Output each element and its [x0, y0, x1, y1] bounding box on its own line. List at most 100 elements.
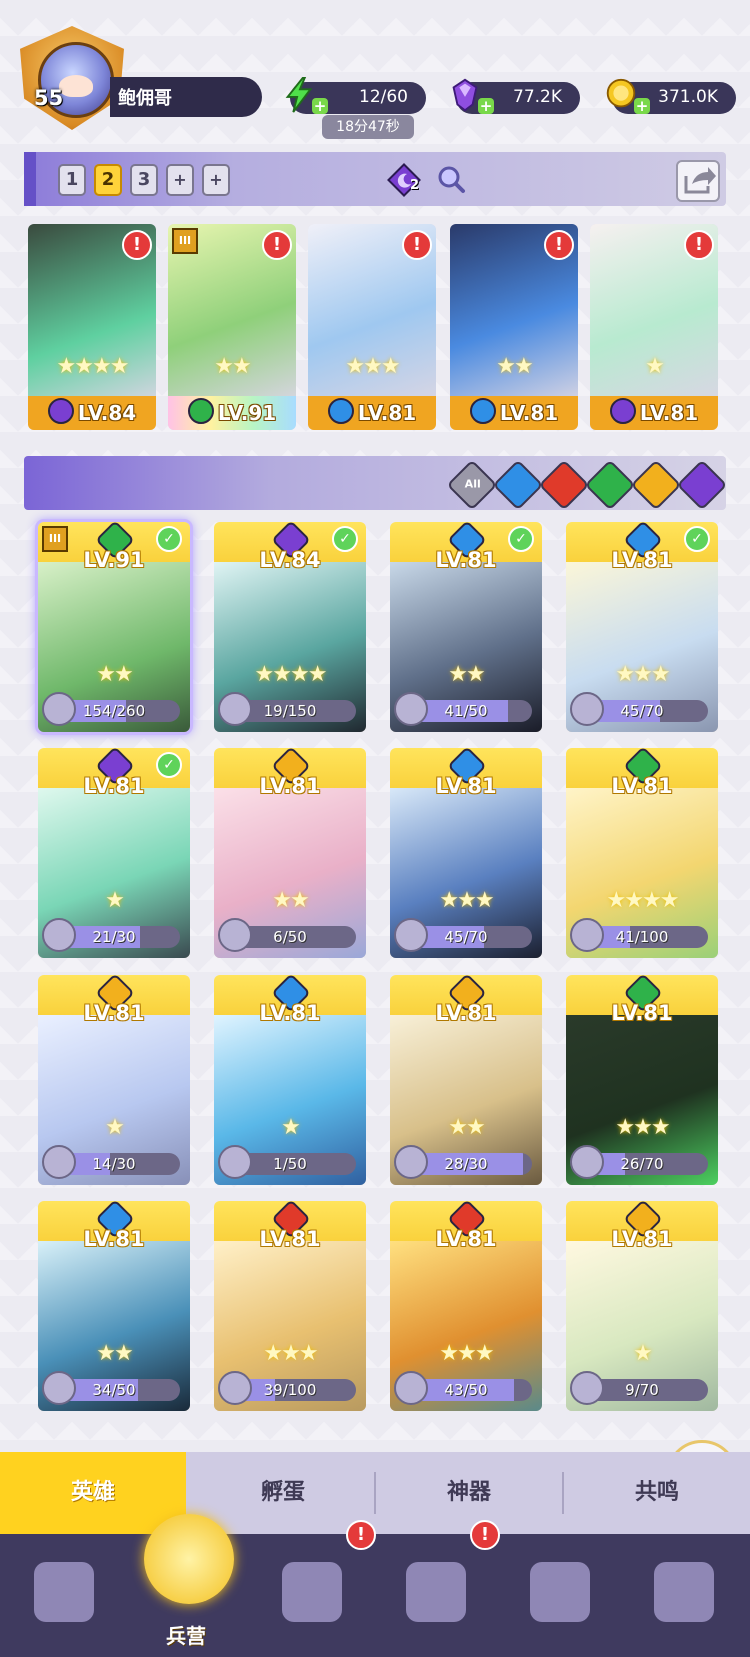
filter-all-button[interactable]: All — [446, 459, 498, 511]
hero-stars: ★★ — [272, 888, 309, 913]
barracks-icon — [144, 1514, 234, 1604]
nav-mushroom[interactable] — [496, 1534, 620, 1657]
team-tab-add-1[interactable]: + — [166, 164, 194, 196]
alert-badge: ! — [262, 230, 292, 260]
hero-stars: ★★ — [96, 1341, 133, 1366]
coin-counter[interactable]: + 371.0K — [606, 78, 736, 114]
hero-card[interactable]: III ✓ LV.91 ★★ 154/260 — [38, 522, 190, 732]
alert-badge: ! — [544, 230, 574, 260]
team-selector-bar: 1 2 3 + + 2 — [24, 152, 726, 206]
hero-stars: ★★ — [214, 354, 251, 379]
hero-card[interactable]: ✓ LV.81 ★★★ 45/70 — [566, 522, 718, 732]
shard-icon — [42, 918, 76, 952]
tab-resonance[interactable]: 共鸣 — [564, 1452, 750, 1534]
hero-card[interactable]: ✓ LV.81 ★ 21/30 — [38, 748, 190, 958]
guild-icon — [654, 1562, 714, 1622]
gem-counter[interactable]: + 77.2K — [452, 78, 580, 114]
shard-icon — [218, 692, 252, 726]
nav-guild[interactable] — [620, 1534, 744, 1657]
shard-icon — [218, 1371, 252, 1405]
team-hero-card[interactable]: ★★★★ ! LV.84 — [28, 224, 156, 430]
header: 55 鲍佣哥 + 12/60 18分47秒 + 77.2K + 371.0K — [0, 0, 750, 140]
shard-icon — [570, 918, 604, 952]
nav-barracks[interactable]: 兵营 — [124, 1514, 248, 1657]
team-hero-card[interactable]: ★★ ! LV.81 — [450, 224, 578, 430]
hero-level: LV.81 — [83, 1001, 145, 1025]
hero-card[interactable]: LV.81 ★★★ 26/70 — [566, 975, 718, 1185]
hero-level: LV.81 — [435, 548, 497, 572]
hero-level: LV.81 — [611, 1227, 673, 1251]
energy-counter[interactable]: + 12/60 — [285, 76, 426, 114]
filter-light-icon[interactable] — [630, 459, 682, 511]
filter-nature-icon[interactable] — [584, 459, 636, 511]
filter-all-label: All — [464, 477, 481, 491]
map-icon — [282, 1562, 342, 1622]
hero-stars: ★ — [281, 1115, 301, 1140]
add-energy-icon[interactable]: + — [312, 98, 328, 114]
nav-barracks-label: 兵营 — [166, 1624, 206, 1648]
hero-card[interactable]: ✓ LV.84 ★★★★ 19/150 — [214, 522, 366, 732]
sub-tabs: 英雄 孵蛋 神器 共鸣 — [0, 1452, 750, 1534]
coin-value: 371.0K — [658, 87, 718, 107]
hero-stars: ★★ — [496, 354, 533, 379]
hero-level-bar: LV.84 — [28, 396, 156, 430]
team-tab-3[interactable]: 3 — [130, 164, 158, 196]
shard-icon — [570, 1145, 604, 1179]
hero-stars: ★★ — [96, 662, 133, 687]
tab-hatch[interactable]: 孵蛋 — [190, 1452, 376, 1534]
hero-card[interactable]: LV.81 ★★ 28/30 — [390, 975, 542, 1185]
mushroom-icon — [530, 1562, 590, 1622]
shard-icon — [570, 1371, 604, 1405]
tab-heroes[interactable]: 英雄 — [0, 1452, 186, 1534]
add-gems-icon[interactable]: + — [478, 98, 494, 114]
hero-level: LV.81 — [259, 1227, 321, 1251]
team-hero-card[interactable]: ★ ! LV.81 — [590, 224, 718, 430]
rank-badge: III — [172, 228, 198, 254]
nav-map[interactable]: ! — [248, 1520, 376, 1657]
hero-level: LV.91 — [83, 548, 145, 572]
tab-artifacts[interactable]: 神器 — [376, 1452, 562, 1534]
hero-card[interactable]: LV.81 ★★★★ 41/100 — [566, 748, 718, 958]
team-hero-card[interactable]: ★★ ! III LV.91 — [168, 224, 296, 430]
hero-stars: ★★★ — [439, 888, 494, 913]
nav-castle[interactable]: ! — [372, 1520, 500, 1657]
hero-card[interactable]: ✓ LV.81 ★★ 41/50 — [390, 522, 542, 732]
hero-stars: ★ — [633, 1341, 653, 1366]
hero-level: LV.81 — [611, 1001, 673, 1025]
hero-card[interactable]: LV.81 ★ 1/50 — [214, 975, 366, 1185]
hero-card[interactable]: LV.81 ★★★ 45/70 — [390, 748, 542, 958]
hero-level-bar: LV.81 — [308, 396, 436, 430]
cards-icon — [34, 1562, 94, 1622]
hero-card[interactable]: LV.81 ★★ 6/50 — [214, 748, 366, 958]
hero-stars: ★★ — [448, 1115, 485, 1140]
share-icon — [684, 167, 716, 194]
search-icon[interactable] — [436, 164, 466, 194]
bottom-nav: 兵营 ! ! — [0, 1514, 750, 1657]
team-tab-2[interactable]: 2 — [94, 164, 122, 196]
player-level: 55 — [34, 86, 64, 110]
share-button[interactable] — [676, 160, 720, 202]
energy-value: 12/60 — [359, 87, 408, 107]
shard-icon — [394, 918, 428, 952]
team-tab-1[interactable]: 1 — [58, 164, 86, 196]
hero-stars: ★★★ — [439, 1341, 494, 1366]
hero-level: LV.81 — [499, 401, 559, 425]
hero-card[interactable]: LV.81 ★ 9/70 — [566, 1201, 718, 1411]
hero-level: LV.81 — [259, 774, 321, 798]
hero-stars: ★ — [105, 1115, 125, 1140]
shard-icon — [42, 1371, 76, 1405]
hero-card[interactable]: LV.81 ★★ 34/50 — [38, 1201, 190, 1411]
filter-dark-icon[interactable] — [676, 459, 728, 511]
hero-card[interactable]: LV.81 ★★★ 43/50 — [390, 1201, 542, 1411]
team-hero-card[interactable]: ★★★ ! LV.81 — [308, 224, 436, 430]
hero-card[interactable]: LV.81 ★ 14/30 — [38, 975, 190, 1185]
hero-level: LV.81 — [611, 548, 673, 572]
add-coins-icon[interactable]: + — [634, 98, 650, 114]
filter-water-icon[interactable] — [492, 459, 544, 511]
hero-level: LV.84 — [77, 401, 137, 425]
filter-fire-icon[interactable] — [538, 459, 590, 511]
team-tab-add-2[interactable]: + — [202, 164, 230, 196]
shard-icon — [394, 1145, 428, 1179]
nav-cards[interactable] — [0, 1534, 124, 1657]
hero-card[interactable]: LV.81 ★★★ 39/100 — [214, 1201, 366, 1411]
